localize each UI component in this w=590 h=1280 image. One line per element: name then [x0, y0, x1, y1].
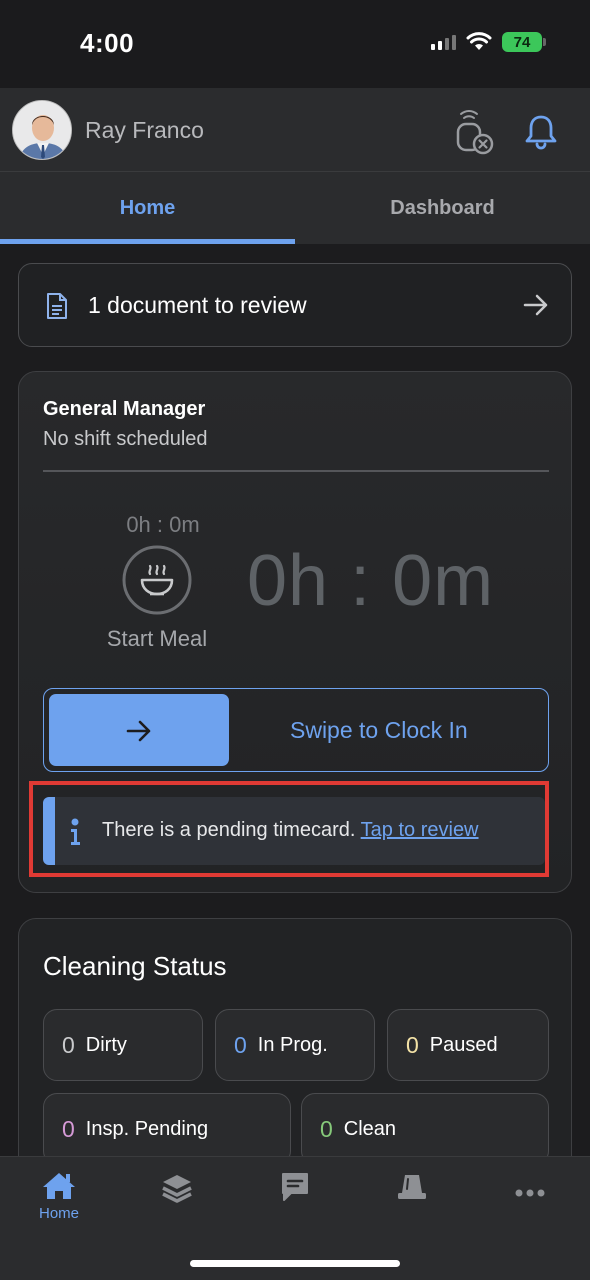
home-content: 1 document to review General Manager No …	[0, 244, 590, 1156]
status-bar: 4:00 74	[0, 0, 590, 88]
meal-timer: 0h : 0m	[126, 512, 200, 537]
tab-dashboard[interactable]: Dashboard	[295, 172, 590, 244]
status-count: 0	[320, 1115, 333, 1142]
arrow-right-icon	[126, 720, 151, 742]
status-count: 0	[62, 1031, 75, 1058]
nav-item-more[interactable]	[490, 1171, 570, 1231]
status-chip-in-progress[interactable]: 0 In Prog.	[215, 1009, 375, 1081]
home-indicator	[190, 1260, 400, 1267]
arrow-right-icon	[523, 294, 548, 316]
status-label: In Prog.	[257, 1033, 328, 1056]
status-time: 4:00	[80, 28, 135, 58]
nav-label-home: Home	[38, 1205, 79, 1222]
pending-timecard-notice: There is a pending timecard. Tap to revi…	[43, 797, 545, 865]
chat-icon	[282, 1173, 308, 1201]
job-title: General Manager	[43, 398, 206, 420]
nav-item-home[interactable]: Home	[19, 1171, 99, 1231]
status-icons: 74	[431, 32, 546, 52]
notice-message: There is a pending timecard.	[102, 819, 356, 841]
cleaning-status-card: Cleaning Status 0 Dirty 0 In Prog. 0 Pau…	[18, 918, 572, 1156]
status-label: Clean	[343, 1117, 397, 1140]
meal-bowl-icon[interactable]	[121, 544, 193, 616]
nav-item-alerts[interactable]	[372, 1171, 452, 1231]
cellular-signal-icon	[431, 34, 456, 50]
status-label: Insp. Pending	[85, 1117, 209, 1140]
app-header: Ray Franco	[0, 88, 590, 172]
user-name: Ray Franco	[85, 117, 204, 143]
tap-to-review-link[interactable]: Tap to review	[361, 819, 479, 841]
home-icon	[43, 1173, 75, 1199]
layers-icon	[162, 1175, 192, 1203]
notice-accent-bar	[43, 797, 55, 865]
nav-item-messages[interactable]	[255, 1171, 335, 1231]
divider	[43, 470, 549, 472]
alert-light-icon	[398, 1175, 426, 1199]
more-icon	[515, 1189, 545, 1197]
avatar[interactable]	[12, 100, 72, 160]
swipe-to-clock-in-slider[interactable]: Swipe to Clock In	[43, 688, 549, 772]
tab-home[interactable]: Home	[0, 172, 295, 244]
cleaning-status-title: Cleaning Status	[43, 951, 227, 981]
swipe-handle[interactable]	[49, 694, 229, 766]
status-count: 0	[62, 1115, 75, 1142]
status-count: 0	[234, 1031, 247, 1058]
documents-to-review-label: 1 document to review	[88, 292, 307, 318]
watch-disconnected-icon[interactable]	[450, 108, 496, 156]
status-label: Paused	[429, 1033, 498, 1056]
shift-timer: 0h : 0m	[247, 541, 495, 621]
status-chip-clean[interactable]: 0 Clean	[301, 1093, 549, 1156]
status-count: 0	[406, 1031, 419, 1058]
status-chip-dirty[interactable]: 0 Dirty	[43, 1009, 203, 1081]
battery-icon: 74	[502, 32, 546, 52]
start-meal-label[interactable]: Start Meal	[95, 626, 219, 652]
shift-card: General Manager No shift scheduled 0h : …	[18, 371, 572, 893]
nav-item-layers[interactable]	[137, 1171, 217, 1231]
wifi-icon	[466, 32, 492, 50]
tab-bar: Home Dashboard	[0, 172, 590, 244]
documents-to-review-card[interactable]: 1 document to review	[18, 263, 572, 347]
status-chip-paused[interactable]: 0 Paused	[387, 1009, 549, 1081]
swipe-label: Swipe to Clock In	[290, 717, 468, 743]
notice-text: There is a pending timecard. Tap to revi…	[102, 819, 479, 842]
status-chip-inspection-pending[interactable]: 0 Insp. Pending	[43, 1093, 291, 1156]
info-icon	[71, 818, 80, 845]
document-icon	[47, 293, 67, 319]
bell-icon[interactable]	[522, 112, 560, 150]
status-label: Dirty	[85, 1033, 127, 1056]
shift-status: No shift scheduled	[43, 428, 208, 450]
